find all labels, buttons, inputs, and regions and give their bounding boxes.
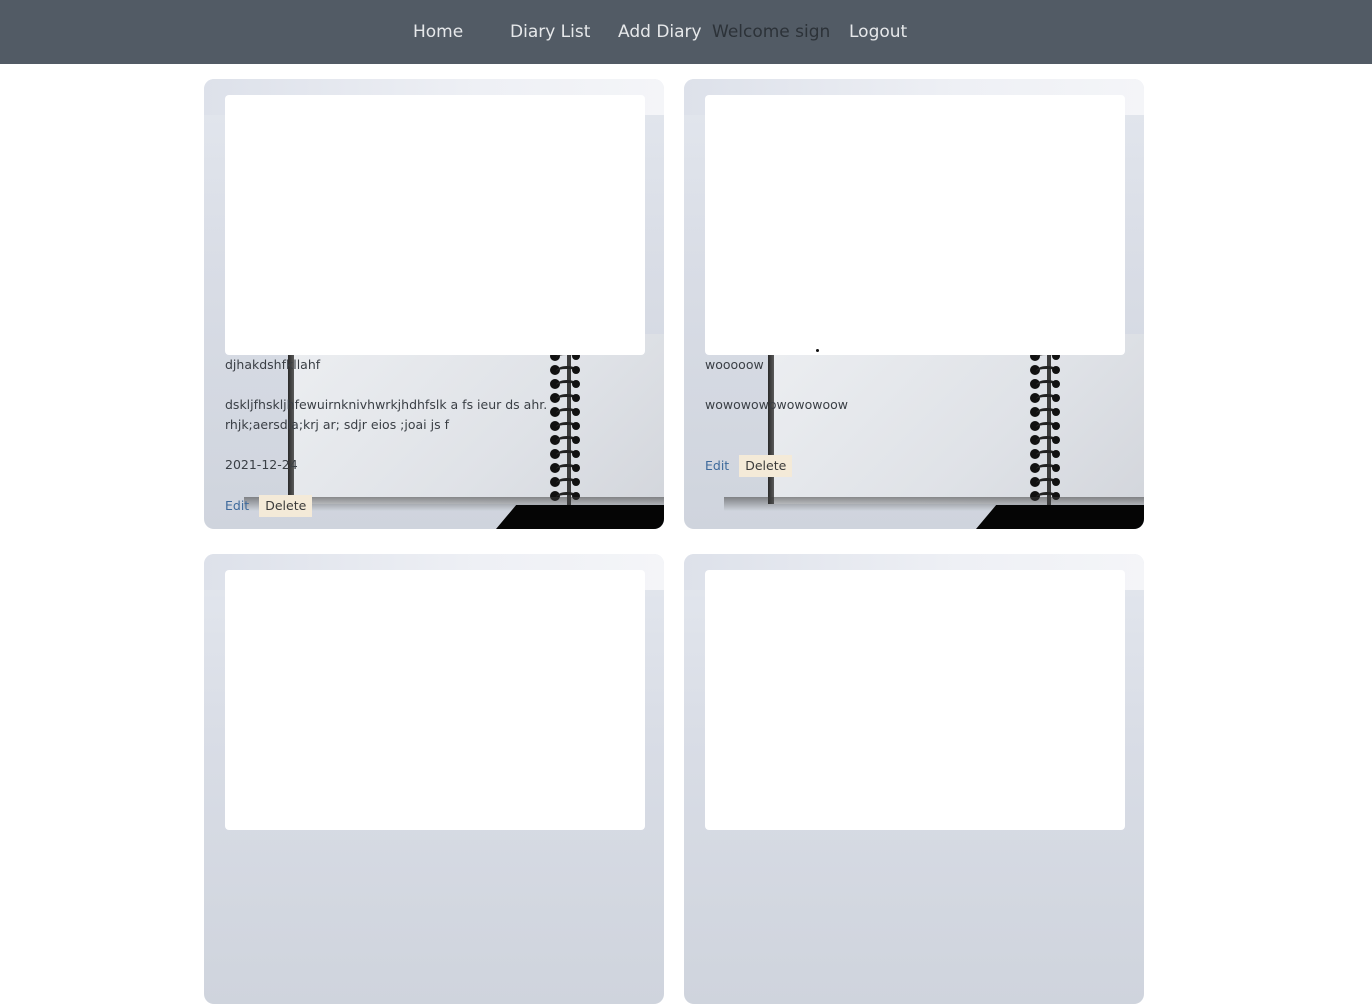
diary-content: dskljfhskljhfewuirnknivhwrkjhdhfslk a fs… <box>225 397 548 432</box>
diary-image <box>705 95 1125 355</box>
nav-welcome-text: Welcome sign <box>712 22 831 42</box>
diary-card: wooooow wowowowowowowoow Edit Delete <box>684 79 1144 529</box>
nav-add-diary-link[interactable]: Add Diary <box>618 0 702 64</box>
delete-button[interactable]: Delete <box>259 495 313 517</box>
diary-date: 2021-12-24 <box>225 457 298 472</box>
nav-diary-list-link[interactable]: Diary List <box>510 0 590 64</box>
edit-link[interactable]: Edit <box>705 455 729 477</box>
notebook-cover-decoration <box>976 505 1144 529</box>
diary-actions: Edit Delete <box>225 495 313 517</box>
top-navbar: Home Diary List Add Diary Welcome sign L… <box>0 0 1372 64</box>
diary-card <box>204 554 664 1004</box>
nav-logout-link[interactable]: Logout <box>849 0 907 64</box>
notebook-cover-decoration <box>496 505 664 529</box>
diary-image <box>225 95 645 355</box>
diary-image <box>225 570 645 830</box>
diary-card: djhakdshfkllahf dskljfhskljhfewuirnknivh… <box>204 79 664 529</box>
diary-title: wooooow <box>705 357 764 372</box>
diary-title: djhakdshfkllahf <box>225 357 321 372</box>
diary-image <box>705 570 1125 830</box>
diary-content: wowowowowowowoow <box>705 397 848 412</box>
nav-home-link[interactable]: Home <box>413 0 463 64</box>
delete-button[interactable]: Delete <box>739 455 793 477</box>
diary-card <box>684 554 1144 1004</box>
diary-actions: Edit Delete <box>705 455 793 477</box>
dot-decoration <box>816 349 819 352</box>
edit-link[interactable]: Edit <box>225 495 249 517</box>
